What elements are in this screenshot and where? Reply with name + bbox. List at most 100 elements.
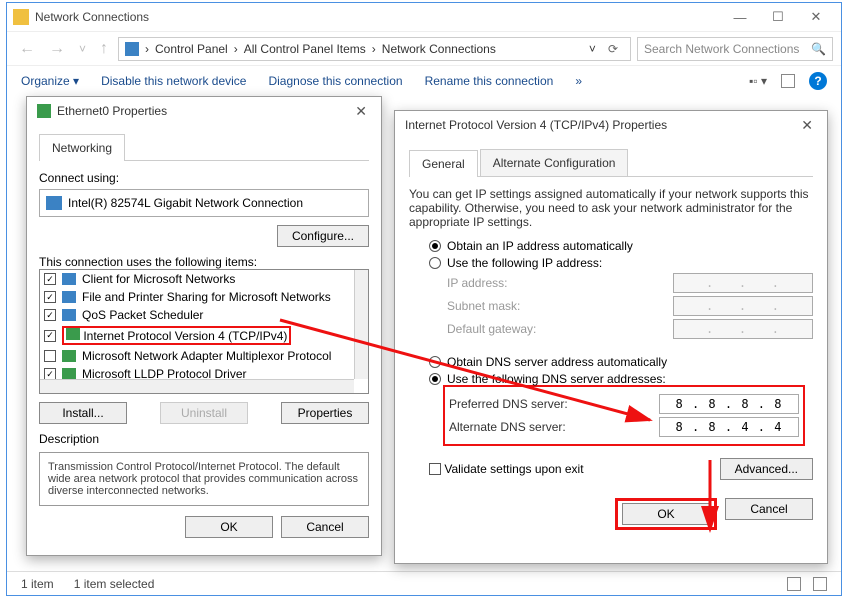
connect-using-label: Connect using: xyxy=(39,171,369,185)
protocol-icon xyxy=(62,291,76,303)
ok-button[interactable]: OK xyxy=(622,503,710,525)
radio-auto-ip[interactable] xyxy=(429,240,441,252)
protocol-label: File and Printer Sharing for Microsoft N… xyxy=(82,290,331,304)
list-item[interactable]: Client for Microsoft Networks xyxy=(40,270,368,288)
preferred-dns-input[interactable]: 8 . 8 . 8 . 8 xyxy=(659,394,799,414)
nav-toolbar: ← → ˅ ↑ › Control Panel› All Control Pan… xyxy=(7,31,841,65)
nic-icon xyxy=(46,196,62,210)
validate-checkbox[interactable] xyxy=(429,463,441,475)
alternate-dns-input[interactable]: 8 . 8 . 4 . 4 xyxy=(659,417,799,437)
subnet-mask-input: . . . xyxy=(673,296,813,316)
ipv4-properties-dialog: Internet Protocol Version 4 (TCP/IPv4) P… xyxy=(394,110,828,564)
checkbox[interactable] xyxy=(44,273,56,285)
tab-general[interactable]: General xyxy=(409,150,478,177)
description-text: Transmission Control Protocol/Internet P… xyxy=(39,452,369,506)
tab-strip: Networking xyxy=(39,133,369,161)
items-label: This connection uses the following items… xyxy=(39,255,369,269)
advanced-button[interactable]: Advanced... xyxy=(720,458,813,480)
minimize-button[interactable]: — xyxy=(721,3,759,31)
adapter-name: Intel(R) 82574L Gigabit Network Connecti… xyxy=(68,196,303,210)
status-selected-count: 1 item selected xyxy=(74,577,155,591)
uninstall-button: Uninstall xyxy=(160,402,248,424)
list-item[interactable]: Microsoft Network Adapter Multiplexor Pr… xyxy=(40,347,368,365)
crumb-network-connections[interactable]: Network Connections xyxy=(382,42,496,56)
protocol-list[interactable]: Client for Microsoft Networks File and Pr… xyxy=(39,269,369,394)
subnet-mask-label: Subnet mask: xyxy=(447,299,573,313)
overflow-button[interactable]: » xyxy=(575,74,582,88)
forward-button[interactable]: → xyxy=(45,40,69,58)
dialog-titlebar: Ethernet0 Properties ✕ xyxy=(27,97,381,125)
close-button[interactable]: ✕ xyxy=(797,3,835,31)
adapter-icon xyxy=(37,104,51,118)
close-icon[interactable]: ✕ xyxy=(351,103,371,120)
diagnose-button[interactable]: Diagnose this connection xyxy=(268,74,402,88)
breadcrumb-dropdown-icon[interactable]: ˅ xyxy=(589,42,596,56)
dialog-title: Ethernet0 Properties xyxy=(57,104,167,118)
command-bar: Organize ▾ Disable this network device D… xyxy=(7,65,841,95)
adapter-box: Intel(R) 82574L Gigabit Network Connecti… xyxy=(39,189,369,217)
refresh-button[interactable]: ⟳ xyxy=(602,42,624,56)
tab-networking[interactable]: Networking xyxy=(39,134,125,161)
checkbox[interactable] xyxy=(44,330,56,342)
breadcrumb[interactable]: › Control Panel› All Control Panel Items… xyxy=(118,37,631,61)
configure-button[interactable]: Configure... xyxy=(277,225,369,247)
rename-button[interactable]: Rename this connection xyxy=(425,74,554,88)
status-bar: 1 item 1 item selected xyxy=(7,571,841,595)
crumb-all-items[interactable]: All Control Panel Items xyxy=(244,42,366,56)
help-icon[interactable]: ? xyxy=(809,72,827,90)
install-button[interactable]: Install... xyxy=(39,402,127,424)
ip-address-input: . . . xyxy=(673,273,813,293)
crumb-control-panel[interactable]: Control Panel xyxy=(155,42,228,56)
protocol-icon xyxy=(62,273,76,285)
ethernet-properties-dialog: Ethernet0 Properties ✕ Networking Connec… xyxy=(26,96,382,556)
window-title: Network Connections xyxy=(35,10,149,24)
up-button[interactable]: ↑ xyxy=(96,40,112,58)
status-item-count: 1 item xyxy=(21,577,54,591)
info-text: You can get IP settings assigned automat… xyxy=(409,187,813,229)
protocol-label: Internet Protocol Version 4 (TCP/IPv4) xyxy=(83,329,287,343)
folder-icon xyxy=(125,42,139,56)
search-placeholder: Search Network Connections xyxy=(644,42,799,56)
radio-manual-dns[interactable] xyxy=(429,373,441,385)
properties-button[interactable]: Properties xyxy=(281,402,369,424)
cancel-button[interactable]: Cancel xyxy=(725,498,813,520)
cancel-button[interactable]: Cancel xyxy=(281,516,369,538)
tab-strip: General Alternate Configuration xyxy=(409,149,813,177)
close-icon[interactable]: ✕ xyxy=(797,117,817,134)
checkbox[interactable] xyxy=(44,309,56,321)
back-button[interactable]: ← xyxy=(15,40,39,58)
description-label: Description xyxy=(39,432,369,446)
preview-pane-button[interactable] xyxy=(781,74,795,88)
details-view-button[interactable] xyxy=(787,577,801,591)
radio-auto-dns[interactable] xyxy=(429,356,441,368)
view-icons-button[interactable]: ▪▫ ▾ xyxy=(749,74,767,88)
dialog-title: Internet Protocol Version 4 (TCP/IPv4) P… xyxy=(405,118,667,132)
gateway-label: Default gateway: xyxy=(447,322,573,336)
titlebar: Network Connections — ☐ ✕ xyxy=(7,3,841,31)
tab-alternate[interactable]: Alternate Configuration xyxy=(480,149,629,176)
disable-device-button[interactable]: Disable this network device xyxy=(101,74,246,88)
protocol-icon xyxy=(62,309,76,321)
radio-manual-ip[interactable] xyxy=(429,257,441,269)
checkbox[interactable] xyxy=(44,350,56,362)
vertical-scrollbar[interactable] xyxy=(354,270,368,379)
ip-address-label: IP address: xyxy=(447,276,573,290)
protocol-label: QoS Packet Scheduler xyxy=(82,308,203,322)
horizontal-scrollbar[interactable] xyxy=(40,379,354,393)
protocol-icon xyxy=(62,350,76,362)
recent-dropdown[interactable]: ˅ xyxy=(75,42,90,56)
gateway-input: . . . xyxy=(673,319,813,339)
maximize-button[interactable]: ☐ xyxy=(759,3,797,31)
list-item[interactable]: QoS Packet Scheduler xyxy=(40,306,368,324)
organize-menu[interactable]: Organize ▾ xyxy=(21,74,79,88)
icons-view-button[interactable] xyxy=(813,577,827,591)
app-icon xyxy=(13,9,29,25)
list-item[interactable]: File and Printer Sharing for Microsoft N… xyxy=(40,288,368,306)
ok-button[interactable]: OK xyxy=(185,516,273,538)
checkbox[interactable] xyxy=(44,291,56,303)
alternate-dns-label: Alternate DNS server: xyxy=(449,420,575,434)
protocol-icon xyxy=(66,328,80,340)
search-input[interactable]: Search Network Connections 🔍 xyxy=(637,37,833,61)
list-item[interactable]: Internet Protocol Version 4 (TCP/IPv4) xyxy=(40,324,368,347)
protocol-label: Microsoft Network Adapter Multiplexor Pr… xyxy=(82,349,331,363)
